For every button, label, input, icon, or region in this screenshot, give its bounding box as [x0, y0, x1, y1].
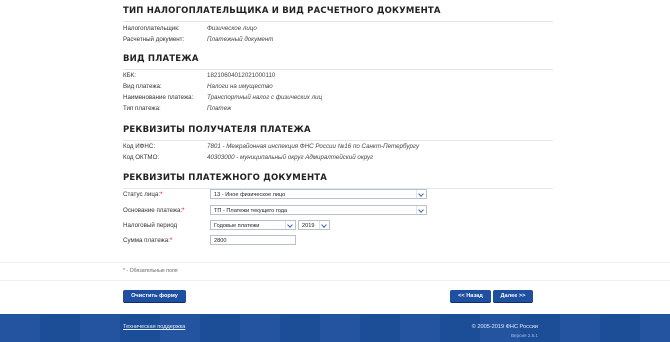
info-value: 40303000 - муниципальный округ Адмиралте… [207, 154, 374, 161]
version-text: Версия 2.5.1 [510, 333, 538, 338]
payment-form-page: ТИП НАЛОГОПЛАТЕЛЬЩИКА И ВИД РАСЧЕТНОГО Д… [0, 0, 670, 342]
section-divider [123, 21, 553, 22]
chevron-down-icon [285, 221, 295, 229]
section-title: ВИД ПЛАТЕЖА [123, 54, 199, 64]
field-label: Налоговый период [123, 222, 178, 229]
info-label: Налогоплательщик: [123, 25, 180, 32]
section-payment-type: ВИД ПЛАТЕЖА [123, 54, 553, 70]
info-label: Код ОКТМО: [123, 154, 160, 161]
info-label: Вид платежа: [123, 83, 162, 90]
info-value: 18210604012021000110 [207, 72, 276, 79]
info-label: Наименование платежа: [123, 94, 194, 101]
info-row: КБК: 18210604012021000110 [123, 72, 275, 79]
section-divider [123, 140, 553, 141]
info-label: Код ИФНС: [123, 143, 156, 150]
year-select[interactable]: 2019 [298, 220, 330, 230]
next-button[interactable]: Далее >> [493, 290, 533, 302]
amount-input-value: 2800 [214, 238, 227, 244]
info-value: Транспортный налог с физических лиц [207, 94, 323, 101]
info-row: Расчетный документ: Платежный документ [123, 36, 273, 43]
back-button[interactable]: << Назад [450, 290, 491, 302]
required-mark: * [169, 237, 173, 244]
info-value: Налоги на имущество [207, 83, 273, 90]
field-label: Статус лица: [123, 191, 161, 198]
section-divider [123, 69, 553, 70]
divider [0, 262, 670, 263]
copyright-text: © 2005-2019 ФНС России [471, 324, 538, 330]
section-payer-type: ТИП НАЛОГОПЛАТЕЛЬЩИКА И ВИД РАСЧЕТНОГО Д… [123, 6, 553, 22]
info-row: Код ИФНС: 7801 - Межрайонная инспекция ФН… [123, 143, 419, 150]
basis-select[interactable]: ТП - Платежи текущего года [210, 205, 427, 215]
divider [0, 280, 670, 281]
info-row: Тип платежа: Платеж [123, 105, 231, 112]
status-select[interactable]: 13 - Иное физическое лицо [210, 189, 427, 199]
section-title: РЕКВИЗИТЫ ПОЛУЧАТЕЛЯ ПЛАТЕЖА [123, 125, 311, 135]
amount-label: Сумма платежа:* [123, 237, 172, 244]
year-select-value: 2019 [302, 223, 315, 229]
clear-form-button[interactable]: Очистить форму [123, 290, 186, 302]
info-label: КБК: [123, 72, 136, 79]
support-link[interactable]: Техническая поддержка [123, 324, 185, 330]
section-document-details: РЕКВИЗИТЫ ПЛАТЕЖНОГО ДОКУМЕНТА [123, 173, 553, 189]
chevron-down-icon [416, 190, 426, 198]
required-mark: * [182, 207, 185, 214]
period-select-value: Годовые платежи [214, 223, 260, 229]
info-value: Платежный документ [207, 36, 274, 43]
info-label: Расчетный документ: [123, 36, 185, 43]
required-mark: * [160, 191, 163, 198]
field-label: Основание платежа: [123, 207, 183, 214]
section-recipient: РЕКВИЗИТЫ ПОЛУЧАТЕЛЯ ПЛАТЕЖА [123, 125, 553, 141]
amount-input[interactable]: 2800 [210, 235, 296, 245]
info-row: Налогоплательщик: Физическое лицо [123, 25, 257, 32]
footer: Техническая поддержка © 2005-2019 ФНС Ро… [0, 314, 670, 342]
info-value: Платеж [207, 105, 232, 112]
section-title: ТИП НАЛОГОПЛАТЕЛЬЩИКА И ВИД РАСЧЕТНОГО Д… [123, 6, 441, 16]
info-row: Код ОКТМО: 40303000 - муниципальный округ… [123, 154, 373, 161]
basis-select-value: ТП - Платежи текущего года [214, 208, 288, 214]
required-fields-hint: * - Обязательные поля [123, 268, 178, 274]
info-value: Физическое лицо [207, 25, 257, 32]
status-label: Статус лица:* [123, 191, 162, 198]
info-row: Наименование платежа: Транспортный налог … [123, 94, 322, 101]
info-row: Вид платежа: Налоги на имущество [123, 83, 273, 90]
info-value: 7801 - Межрайонная инспекция ФНС России … [207, 143, 420, 150]
period-label: Налоговый период [123, 222, 177, 229]
status-select-value: 13 - Иное физическое лицо [214, 192, 286, 198]
field-label: Сумма платежа: [123, 237, 170, 244]
chevron-down-icon [319, 221, 329, 229]
period-select[interactable]: Годовые платежи [210, 220, 296, 230]
info-label: Тип платежа: [123, 105, 161, 112]
section-title: РЕКВИЗИТЫ ПЛАТЕЖНОГО ДОКУМЕНТА [123, 173, 328, 183]
chevron-down-icon [416, 206, 426, 214]
basis-label: Основание платежа:* [123, 207, 185, 214]
